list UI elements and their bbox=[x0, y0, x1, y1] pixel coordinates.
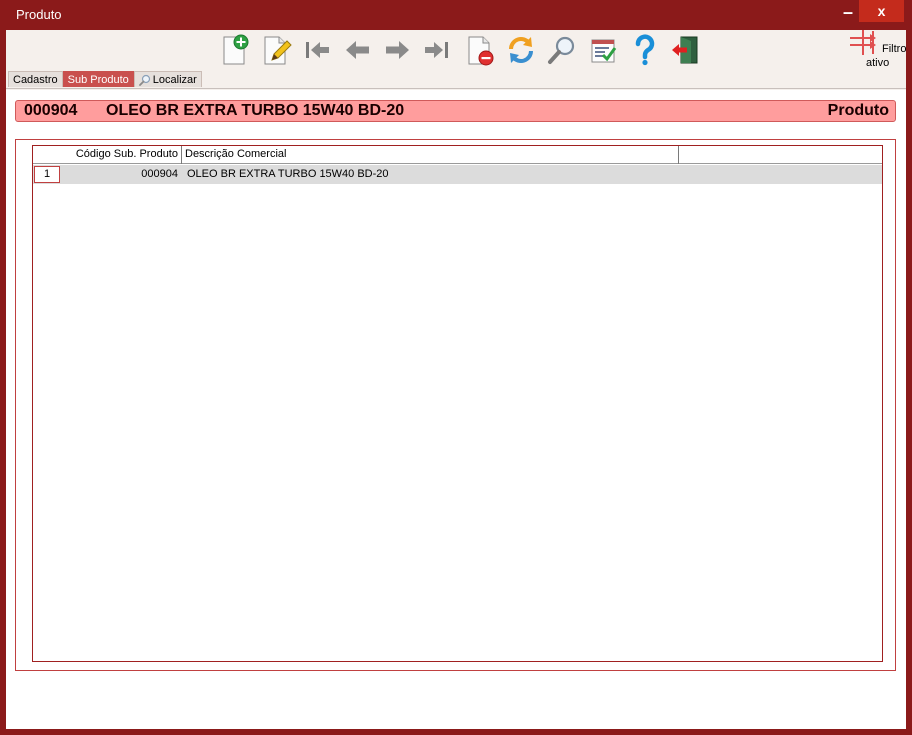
sub-product-grid[interactable]: Código Sub. Produto Descrição Comercial … bbox=[32, 145, 883, 662]
toolbar: Filtro ativo Cadastro Sub Produto Locali… bbox=[6, 30, 906, 90]
exit-icon bbox=[672, 36, 698, 64]
filter-state-label: ativo bbox=[866, 57, 890, 69]
row-indicator[interactable]: 1 bbox=[34, 166, 60, 183]
column-header-code[interactable]: Código Sub. Produto bbox=[61, 146, 182, 164]
tab-label: Cadastro bbox=[13, 73, 58, 86]
grid-header: Código Sub. Produto Descrição Comercial bbox=[33, 146, 882, 164]
exit-button[interactable] bbox=[669, 33, 703, 67]
next-record-button[interactable] bbox=[380, 33, 414, 67]
content-panel: Código Sub. Produto Descrição Comercial … bbox=[15, 139, 896, 671]
table-row[interactable]: 1 000904 OLEO BR EXTRA TURBO 15W40 BD-20 bbox=[33, 165, 882, 184]
application-window: Produto – x Filtro ativo Cadastro Sub Pr… bbox=[0, 0, 912, 735]
column-header-empty[interactable] bbox=[679, 146, 882, 164]
edit-record-button[interactable] bbox=[259, 33, 293, 67]
tab-label: Localizar bbox=[152, 73, 197, 86]
last-record-icon bbox=[425, 42, 448, 58]
previous-record-button[interactable] bbox=[341, 33, 375, 67]
search-button[interactable] bbox=[545, 33, 579, 67]
record-name: OLEO BR EXTRA TURBO 15W40 BD-20 bbox=[106, 102, 405, 119]
title-bar[interactable]: Produto – x bbox=[0, 0, 912, 30]
search-icon bbox=[548, 36, 575, 64]
cell-description[interactable]: OLEO BR EXTRA TURBO 15W40 BD-20 bbox=[182, 165, 679, 184]
last-record-button[interactable] bbox=[420, 33, 454, 67]
help-button[interactable] bbox=[628, 33, 662, 67]
refresh-icon bbox=[509, 37, 533, 63]
client-area: Filtro ativo Cadastro Sub Produto Locali… bbox=[6, 30, 906, 729]
filter-icon bbox=[850, 30, 876, 55]
window-title: Produto bbox=[16, 7, 62, 22]
next-record-icon bbox=[386, 41, 409, 59]
help-icon bbox=[635, 34, 655, 66]
delete-record-icon bbox=[468, 36, 494, 66]
first-record-button[interactable] bbox=[300, 33, 334, 67]
section-title: Produto bbox=[827, 102, 889, 119]
tab-cadastro[interactable]: Cadastro bbox=[8, 71, 63, 87]
cell-code[interactable]: 000904 bbox=[61, 165, 182, 184]
column-header-description[interactable]: Descrição Comercial bbox=[182, 146, 679, 164]
previous-record-icon bbox=[346, 41, 369, 59]
tab-localizar[interactable]: Localizar bbox=[133, 71, 202, 87]
tab-divider bbox=[6, 88, 906, 89]
record-code: 000904 bbox=[24, 102, 78, 119]
checklist-icon bbox=[591, 39, 617, 63]
first-record-icon bbox=[306, 42, 329, 58]
refresh-button[interactable] bbox=[504, 33, 538, 67]
tab-strip: Cadastro Sub Produto Localizar bbox=[8, 71, 202, 87]
magnifier-icon bbox=[138, 74, 150, 86]
checklist-button[interactable] bbox=[586, 33, 620, 67]
filter-label: Filtro bbox=[882, 43, 907, 55]
filter-active-button[interactable]: Filtro ativo bbox=[848, 30, 906, 70]
edit-record-icon bbox=[264, 36, 292, 65]
close-button[interactable]: x bbox=[859, 0, 904, 22]
new-record-button[interactable] bbox=[218, 33, 252, 67]
new-record-icon bbox=[223, 34, 249, 65]
tab-label: Sub Produto bbox=[67, 73, 129, 86]
delete-record-button[interactable] bbox=[463, 33, 497, 67]
tab-sub-produto[interactable]: Sub Produto bbox=[62, 71, 134, 87]
minimize-button[interactable]: – bbox=[834, 2, 862, 24]
record-header: 000904 OLEO BR EXTRA TURBO 15W40 BD-20 P… bbox=[15, 100, 896, 122]
